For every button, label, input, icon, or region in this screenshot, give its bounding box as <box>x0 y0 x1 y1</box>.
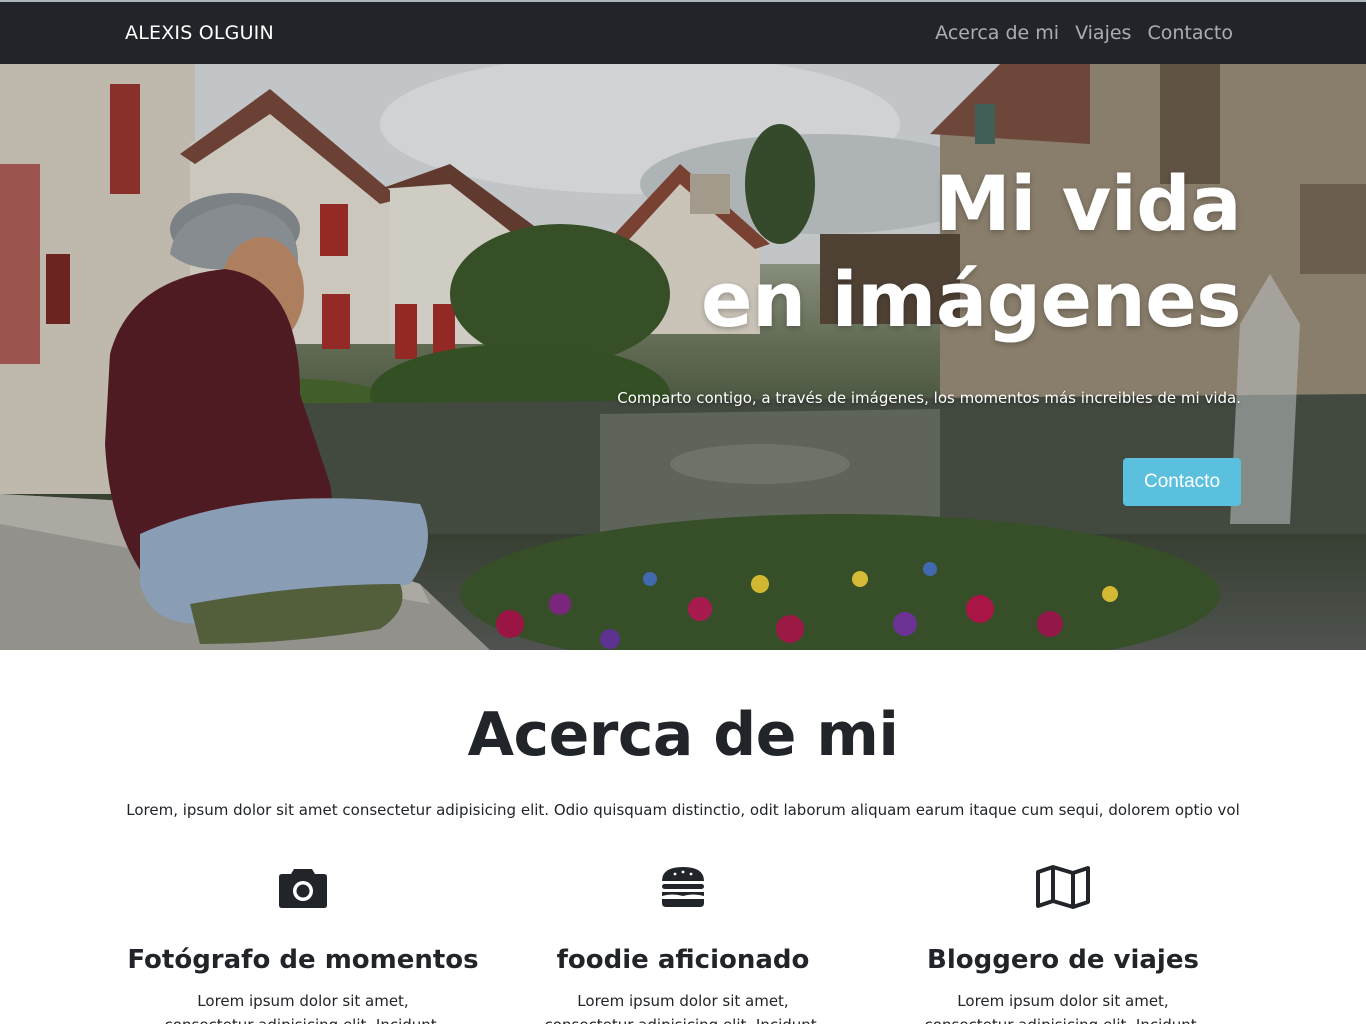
hero-background-image <box>0 64 1366 650</box>
hero-heading: Mi vida en imágenes <box>701 156 1241 348</box>
hero-title-line-1: Mi vida <box>935 159 1241 248</box>
features-row: Fotógrafo de momentos Lorem ipsum dolor … <box>113 862 1253 1024</box>
nav-link-travels[interactable]: Viajes <box>1075 22 1131 44</box>
hero-subtitle: Comparto contigo, a través de imágenes, … <box>617 389 1241 407</box>
contact-button[interactable]: Contacto <box>1123 458 1241 506</box>
feature-text: Lorem ipsum dolor sit amet, consectetur … <box>545 992 822 1024</box>
feature-title: Bloggero de viajes <box>927 945 1199 975</box>
hero-title-line-2: en imágenes <box>701 255 1241 344</box>
feature-photographer: Fotógrafo de momentos Lorem ipsum dolor … <box>113 862 493 1024</box>
feature-title: Fotógrafo de momentos <box>127 945 479 975</box>
nav-link-contact[interactable]: Contacto <box>1147 22 1233 44</box>
nav-links: Acerca de mi Viajes Contacto <box>935 22 1233 44</box>
feature-foodie: foodie aficionado Lorem ipsum dolor sit … <box>493 862 873 1024</box>
map-icon <box>873 862 1253 912</box>
feature-title: foodie aficionado <box>556 945 810 975</box>
nav-link-about[interactable]: Acerca de mi <box>935 22 1059 44</box>
feature-blogger: Bloggero de viajes Lorem ipsum dolor sit… <box>873 862 1253 1024</box>
hamburger-icon <box>493 862 873 912</box>
navbar: ALEXIS OLGUIN Acerca de mi Viajes Contac… <box>0 2 1366 64</box>
camera-icon <box>113 862 493 912</box>
feature-text: Lorem ipsum dolor sit amet, consectetur … <box>925 992 1202 1024</box>
about-lead-text: Lorem, ipsum dolor sit amet consectetur … <box>126 801 1240 819</box>
hero-section: Mi vida en imágenes Comparto contigo, a … <box>0 64 1366 650</box>
brand-link[interactable]: ALEXIS OLGUIN <box>125 22 274 44</box>
about-title: Acerca de mi <box>467 700 899 770</box>
feature-text: Lorem ipsum dolor sit amet, consectetur … <box>165 992 442 1024</box>
